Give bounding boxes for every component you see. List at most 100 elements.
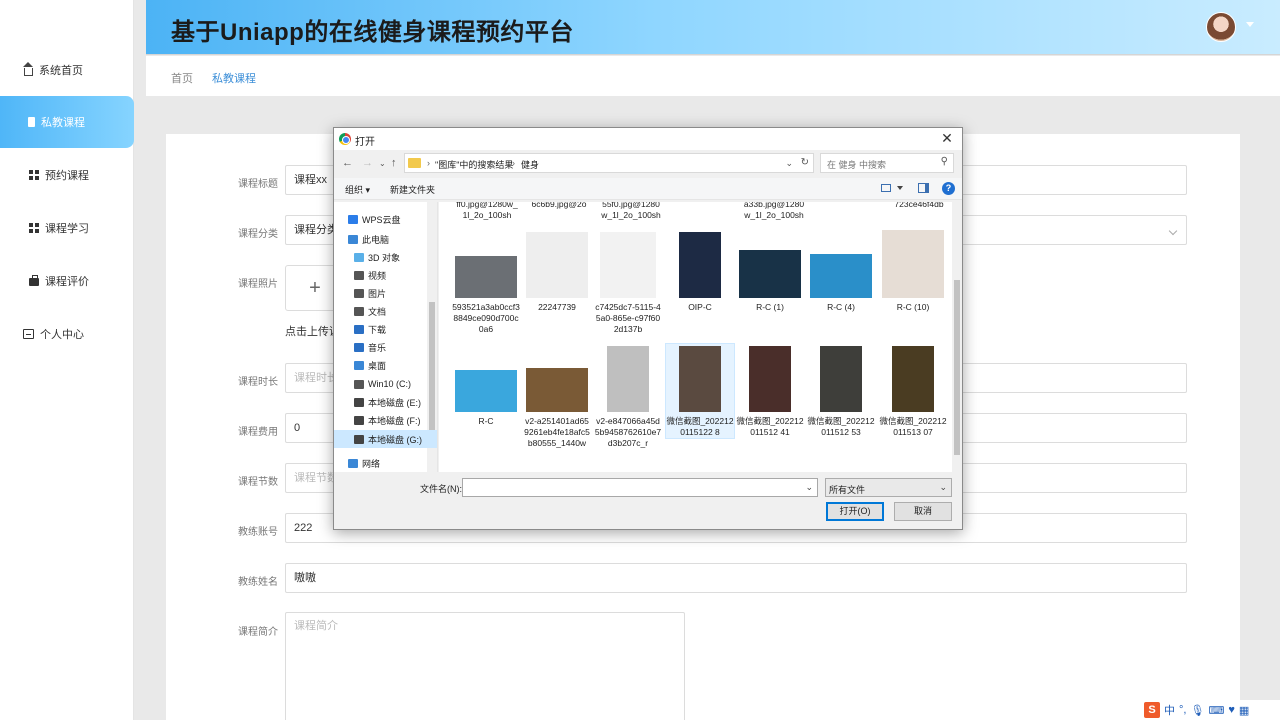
course-duration-label: 课程时长 xyxy=(238,377,278,388)
chevron-down-icon[interactable]: ⌄ xyxy=(805,482,813,493)
address-bar[interactable]: › "图库"中的搜索结果 › 健身 ⌄ ↻ xyxy=(404,153,814,173)
tree-item[interactable]: 视频 xyxy=(334,266,437,284)
folder-icon xyxy=(354,306,364,316)
book-icon xyxy=(28,117,35,127)
chevron-down-icon[interactable] xyxy=(1246,22,1254,27)
file-name: 微信截图_202212011512 41 xyxy=(736,416,804,437)
grid-icon xyxy=(29,170,39,180)
tree-item[interactable]: 此电脑 xyxy=(334,230,437,248)
filename-input[interactable]: ⌄ xyxy=(462,478,818,497)
file-name-partial[interactable]: 55f0.jpg@1280 w_1l_2o_100sh xyxy=(591,202,671,221)
sidebar-item-home[interactable]: 系统首页 xyxy=(0,44,134,96)
avatar[interactable] xyxy=(1206,12,1236,42)
file-item[interactable]: c7425dc7-5115-45a0-865e-c97f602d137b xyxy=(594,230,662,335)
tree-item[interactable]: 本地磁盘 (E:) xyxy=(334,393,437,411)
tree-item[interactable]: 本地磁盘 (F:) xyxy=(334,411,437,429)
file-item[interactable]: R-C (10) xyxy=(879,230,947,313)
up-arrow-icon[interactable]: ↑ xyxy=(391,157,397,169)
tree-item[interactable]: 图片 xyxy=(334,284,437,302)
organize-button[interactable]: 组织 ▾ xyxy=(345,183,370,196)
refresh-icon[interactable]: ↻ xyxy=(801,157,809,168)
image-thumbnail xyxy=(607,346,649,412)
file-open-dialog: 打开 ✕ ← → ⌄ ↑ › "图库"中的搜索结果 › 健身 ⌄ ↻ 在 健身 … xyxy=(333,127,963,530)
image-thumbnail xyxy=(455,370,517,412)
coach-name-input[interactable]: 嗷嗷 xyxy=(285,563,1187,593)
cancel-button[interactable]: 取消 xyxy=(894,502,952,521)
folder-icon xyxy=(354,379,364,389)
punctuation-icon[interactable]: °, xyxy=(1179,704,1186,716)
keyboard-icon[interactable]: ⌨ xyxy=(1208,704,1224,717)
file-name-partial[interactable]: ff0.jpg@1280w_ 1l_2o_100sh xyxy=(447,202,527,221)
toolbox-icon[interactable]: ▦ xyxy=(1239,704,1249,717)
file-item[interactable]: 微信截图_202212011513 07 xyxy=(879,344,947,438)
help-icon[interactable]: ? xyxy=(942,182,955,195)
sogou-logo-icon[interactable]: S xyxy=(1144,702,1160,718)
file-name-partial[interactable]: a33b.jpg@1280 w_1l_2o_100sh xyxy=(734,202,814,221)
skin-icon[interactable]: ♥ xyxy=(1228,704,1235,716)
ime-mode[interactable]: 中 xyxy=(1164,702,1175,718)
chevron-down-icon[interactable] xyxy=(897,186,903,190)
file-item[interactable]: R-C (1) xyxy=(736,230,804,313)
sidebar-item-private-courses[interactable]: 私教课程 xyxy=(0,96,134,148)
folder-icon xyxy=(354,360,364,370)
chevron-down-icon[interactable]: ⌄ xyxy=(379,159,386,168)
new-folder-button[interactable]: 新建文件夹 xyxy=(390,183,435,196)
course-intro-textarea[interactable]: 课程简介 xyxy=(285,612,685,720)
image-thumbnail xyxy=(455,256,517,298)
sidebar-item-booking[interactable]: 预约课程 xyxy=(0,149,134,201)
back-arrow-icon[interactable]: ← xyxy=(342,157,353,169)
folder-icon xyxy=(354,324,364,334)
file-name-partial[interactable]: 6c6b9.jpg@2o xyxy=(519,202,599,210)
tree-item[interactable]: 文档 xyxy=(334,302,437,320)
file-list-scrollbar[interactable] xyxy=(952,202,962,472)
file-item[interactable]: v2-e847066a45d5b9458762610e7d3b207c_r xyxy=(594,344,662,449)
filetype-select[interactable]: 所有文件 ⌄ xyxy=(825,478,952,497)
file-item[interactable]: R-C xyxy=(452,344,520,427)
view-mode-icon[interactable] xyxy=(881,184,891,192)
chevron-down-icon[interactable]: ⌄ xyxy=(785,158,793,169)
open-button[interactable]: 打开(O) xyxy=(826,502,884,521)
sidebar-item-learning[interactable]: 课程学习 xyxy=(0,202,134,254)
filename-label: 文件名(N): xyxy=(420,484,462,494)
briefcase-icon xyxy=(29,275,39,286)
forward-arrow-icon[interactable]: → xyxy=(362,157,373,169)
top-header: 基于Uniapp的在线健身课程预约平台 xyxy=(146,0,1280,55)
file-item[interactable]: 微信截图_2022120115122 8 xyxy=(665,343,735,439)
address-crumb-folder[interactable]: 健身 xyxy=(521,158,539,171)
tree-item[interactable]: WPS云盘 xyxy=(334,210,437,228)
tree-item-label: 视频 xyxy=(368,270,387,281)
file-name: 微信截图_202212011513 07 xyxy=(879,416,947,437)
tree-item[interactable]: 桌面 xyxy=(334,356,437,374)
tree-item-label: Win10 (C:) xyxy=(368,379,412,389)
microphone-icon[interactable]: 🎙 xyxy=(1190,704,1204,717)
course-fee-label: 课程费用 xyxy=(238,427,278,438)
breadcrumb: 首页 私教课程 xyxy=(146,56,1280,96)
tree-item[interactable]: 网络 xyxy=(334,454,437,472)
tree-item[interactable]: Win10 (C:) xyxy=(334,375,437,393)
file-list-scrollbar-thumb[interactable] xyxy=(954,280,960,455)
tree-item-label: 图片 xyxy=(368,288,387,299)
address-crumb-search[interactable]: "图库"中的搜索结果 xyxy=(435,158,513,171)
search-input[interactable]: 在 健身 中搜索 ⚲ xyxy=(820,153,954,173)
file-item[interactable]: 22247739 xyxy=(523,230,591,313)
tree-item[interactable]: 音乐 xyxy=(334,338,437,356)
file-name-partial[interactable]: 723ce46f4db xyxy=(879,202,959,210)
breadcrumb-home[interactable]: 首页 xyxy=(171,70,193,86)
sidebar-item-profile[interactable]: 个人中心 xyxy=(0,308,134,360)
file-item[interactable]: R-C (4) xyxy=(807,230,875,313)
close-icon[interactable]: ✕ xyxy=(938,130,956,147)
file-item[interactable]: 微信截图_202212011512 41 xyxy=(736,344,804,438)
sidebar-item-reviews[interactable]: 课程评价 xyxy=(0,255,134,307)
file-item[interactable]: OIP-C xyxy=(666,230,734,313)
tree-item[interactable]: 本地磁盘 (G:) xyxy=(334,430,437,448)
tree-item[interactable]: 下载 xyxy=(334,320,437,338)
chrome-icon xyxy=(339,133,351,145)
tree-item[interactable]: 3D 对象 xyxy=(334,248,437,266)
file-item[interactable]: 593521a3ab0ccf38849ce090d700c0a6 xyxy=(452,230,520,335)
file-item[interactable]: 微信截图_202212011512 53 xyxy=(807,344,875,438)
image-thumbnail xyxy=(749,346,791,412)
image-thumbnail xyxy=(600,232,656,298)
tree-item-label: 此电脑 xyxy=(362,234,390,245)
file-item[interactable]: v2-a251401ad659261eb4fe18afc5b80555_1440… xyxy=(523,344,591,449)
preview-pane-icon[interactable] xyxy=(918,183,929,193)
